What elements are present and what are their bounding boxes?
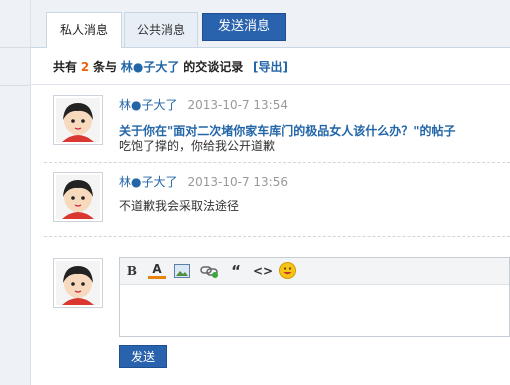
emoji-icon[interactable] bbox=[278, 262, 296, 280]
image-icon[interactable] bbox=[173, 262, 191, 280]
my-avatar bbox=[53, 258, 103, 308]
summary-prefix: 共有 bbox=[53, 60, 78, 74]
sender-name-link[interactable]: 林●子大了 bbox=[119, 175, 177, 189]
contact-name-link[interactable]: 林●子大了 bbox=[121, 60, 179, 74]
message-time: 2013-10-7 13:54 bbox=[187, 98, 288, 112]
avatar[interactable] bbox=[53, 172, 103, 222]
message-header: 林●子大了 2013-10-7 13:54 bbox=[119, 96, 288, 113]
avatar-girl-icon bbox=[56, 175, 100, 219]
summary-mid: 条与 bbox=[93, 60, 118, 74]
reply-editor: B A “ <> bbox=[119, 257, 510, 337]
message-divider bbox=[44, 162, 510, 163]
message-time: 2013-10-7 13:56 bbox=[187, 175, 288, 189]
avatar-girl-icon bbox=[56, 98, 100, 142]
message-header: 林●子大了 2013-10-7 13:56 bbox=[119, 173, 288, 190]
link-icon[interactable] bbox=[200, 262, 218, 280]
message-body: 不道歉我会采取法途径 bbox=[119, 199, 240, 213]
sidebar-divider bbox=[0, 85, 30, 86]
bold-icon[interactable]: B bbox=[123, 262, 141, 280]
sender-name-link[interactable]: 林●子大了 bbox=[119, 98, 177, 112]
sidebar-divider bbox=[0, 47, 30, 48]
left-sidebar bbox=[0, 0, 31, 385]
send-message-tab-button[interactable]: 发送消息 bbox=[202, 13, 286, 41]
code-icon[interactable]: <> bbox=[252, 262, 274, 280]
conversation-summary: 共有 2 条与 林●子大了 的交谈记录 [导出] bbox=[53, 58, 288, 75]
summary-divider bbox=[31, 84, 510, 85]
message-count: 2 bbox=[80, 60, 90, 74]
avatar[interactable] bbox=[53, 95, 103, 145]
message-body: 吃饱了撑的，你给我公开道歉 bbox=[119, 139, 276, 153]
quote-icon[interactable]: “ bbox=[227, 262, 245, 280]
message-divider bbox=[44, 236, 510, 237]
tab-public-messages[interactable]: 公共消息 bbox=[124, 12, 198, 47]
tab-private-messages[interactable]: 私人消息 bbox=[46, 12, 122, 48]
export-link[interactable]: [导出] bbox=[253, 60, 288, 74]
font-color-icon[interactable]: A bbox=[148, 262, 166, 279]
reply-textarea[interactable] bbox=[120, 285, 509, 336]
editor-toolbar: B A “ <> bbox=[120, 258, 509, 285]
avatar-girl-icon bbox=[56, 261, 100, 305]
send-button[interactable]: 发送 bbox=[119, 345, 167, 368]
summary-suffix: 的交谈记录 bbox=[183, 60, 244, 74]
